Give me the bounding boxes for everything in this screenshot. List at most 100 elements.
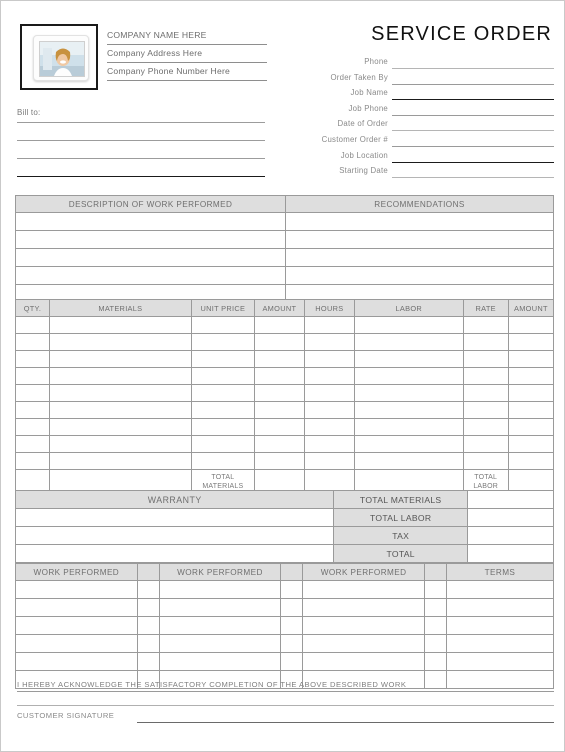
- cell-rate[interactable]: [462, 452, 509, 470]
- cell-work-performed-2[interactable]: [158, 616, 282, 635]
- cell-unit-price[interactable]: [190, 401, 255, 419]
- cell-work-performed-1[interactable]: [15, 616, 138, 635]
- cell-warranty-line[interactable]: [14, 526, 335, 545]
- cell-rate[interactable]: [462, 316, 509, 334]
- cell-hours[interactable]: [303, 418, 355, 436]
- cell-qty[interactable]: [15, 333, 50, 351]
- cell-work-performed-3[interactable]: [302, 580, 425, 599]
- cell-qty[interactable]: [15, 384, 50, 402]
- cell-check-3[interactable]: [423, 634, 447, 653]
- cell-amount-labor[interactable]: [507, 333, 555, 351]
- cell-work-performed-2[interactable]: [158, 634, 282, 653]
- cell-unit-price[interactable]: [190, 350, 255, 368]
- cell-check-3[interactable]: [423, 580, 447, 599]
- value-tax[interactable]: [466, 526, 555, 545]
- cell-check-1[interactable]: [136, 616, 160, 635]
- cell-warranty-line[interactable]: [14, 544, 335, 563]
- cell-work-performed-1[interactable]: [15, 634, 138, 653]
- cell-unit-price[interactable]: [190, 367, 255, 385]
- cell-qty[interactable]: [15, 418, 50, 436]
- cell-work-performed-3[interactable]: [302, 652, 425, 671]
- cell-unit-price[interactable]: [190, 333, 255, 351]
- cell-qty[interactable]: [15, 316, 50, 334]
- cell-check-1[interactable]: [136, 652, 160, 671]
- bill-to-line-2[interactable]: [17, 123, 265, 141]
- cell-amount-labor[interactable]: [507, 384, 555, 402]
- cell-hours[interactable]: [303, 333, 355, 351]
- cell-hours[interactable]: [303, 452, 355, 470]
- cell-check-2[interactable]: [280, 598, 304, 617]
- cell-materials[interactable]: [48, 452, 192, 470]
- cell-check-1[interactable]: [136, 580, 160, 599]
- cell-terms[interactable]: [445, 580, 555, 599]
- customer-signature-input[interactable]: [137, 722, 554, 723]
- cell-rate[interactable]: [462, 435, 509, 453]
- field-input-job-location[interactable]: [392, 161, 554, 163]
- cell-rate[interactable]: [462, 350, 509, 368]
- cell-materials[interactable]: [48, 350, 192, 368]
- cell-description[interactable]: [14, 248, 287, 267]
- cell-amount-materials[interactable]: [253, 452, 305, 470]
- cell-recommendations[interactable]: [285, 212, 554, 231]
- cell-recommendations[interactable]: [285, 248, 554, 267]
- cell-amount-materials[interactable]: [253, 367, 305, 385]
- cell-labor[interactable]: [353, 384, 464, 402]
- cell-work-performed-3[interactable]: [302, 634, 425, 653]
- cell-materials[interactable]: [48, 384, 192, 402]
- cell-qty[interactable]: [15, 350, 50, 368]
- cell-materials[interactable]: [48, 418, 192, 436]
- cell-check-2[interactable]: [280, 580, 304, 599]
- cell-work-performed-3[interactable]: [302, 616, 425, 635]
- cell-labor[interactable]: [353, 350, 464, 368]
- cell-hours[interactable]: [303, 350, 355, 368]
- cell-amount-materials[interactable]: [253, 316, 305, 334]
- cell-amount-materials[interactable]: [253, 435, 305, 453]
- field-input-job-phone[interactable]: [392, 114, 554, 116]
- cell-hours[interactable]: [303, 316, 355, 334]
- cell-materials[interactable]: [48, 367, 192, 385]
- field-input-starting-date[interactable]: [392, 177, 554, 179]
- cell-amount-labor[interactable]: [507, 418, 555, 436]
- cell-recommendations[interactable]: [285, 230, 554, 249]
- cell-labor[interactable]: [353, 418, 464, 436]
- cell-check-3[interactable]: [423, 652, 447, 671]
- field-input-order-taken-by[interactable]: [392, 83, 554, 85]
- value-total-materials[interactable]: [466, 490, 555, 509]
- cell-materials[interactable]: [48, 333, 192, 351]
- cell-qty[interactable]: [15, 452, 50, 470]
- cell-hours[interactable]: [303, 401, 355, 419]
- cell-check-3[interactable]: [423, 616, 447, 635]
- cell-unit-price[interactable]: [190, 435, 255, 453]
- cell-hours[interactable]: [303, 384, 355, 402]
- cell-unit-price[interactable]: [190, 316, 255, 334]
- value-total-labor[interactable]: [466, 508, 555, 527]
- cell-amount-labor[interactable]: [507, 316, 555, 334]
- cell-amount-materials[interactable]: [253, 384, 305, 402]
- cell-labor[interactable]: [353, 452, 464, 470]
- cell-amount-labor[interactable]: [507, 401, 555, 419]
- cell-check-2[interactable]: [280, 652, 304, 671]
- cell-amount-labor[interactable]: [507, 452, 555, 470]
- cell-rate[interactable]: [462, 401, 509, 419]
- cell-work-performed-1[interactable]: [15, 580, 138, 599]
- cell-qty[interactable]: [15, 367, 50, 385]
- cell-terms[interactable]: [445, 598, 555, 617]
- company-phone-field[interactable]: Company Phone Number Here: [107, 63, 267, 81]
- cell-labor[interactable]: [353, 367, 464, 385]
- cell-work-performed-1[interactable]: [15, 598, 138, 617]
- cell-recommendations[interactable]: [285, 266, 554, 285]
- cell-terms[interactable]: [445, 634, 555, 653]
- field-input-job-name[interactable]: [392, 99, 554, 101]
- cell-work-performed-2[interactable]: [158, 598, 282, 617]
- cell-description[interactable]: [14, 266, 287, 285]
- cell-labor[interactable]: [353, 333, 464, 351]
- cell-labor[interactable]: [353, 435, 464, 453]
- company-address-field[interactable]: Company Address Here: [107, 45, 267, 63]
- cell-amount-materials[interactable]: [253, 418, 305, 436]
- bill-to-line-3[interactable]: [17, 141, 265, 159]
- cell-materials[interactable]: [48, 316, 192, 334]
- field-input-phone[interactable]: [392, 68, 554, 69]
- cell-labor[interactable]: [353, 316, 464, 334]
- field-input-date-of-order[interactable]: [392, 130, 554, 132]
- cell-terms[interactable]: [445, 652, 555, 671]
